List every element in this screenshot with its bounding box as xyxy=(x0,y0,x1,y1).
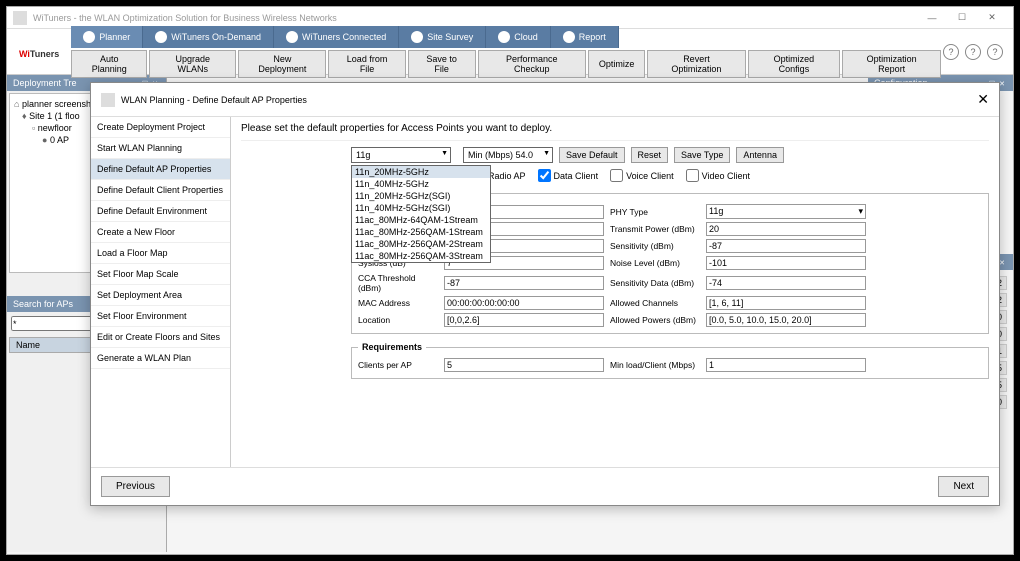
step-floor-env[interactable]: Set Floor Environment xyxy=(91,306,230,327)
revert-opt-button[interactable]: Revert Optimization xyxy=(647,50,745,78)
app-logo: WiTuners xyxy=(7,41,71,62)
opt-report-button[interactable]: Optimization Report xyxy=(842,50,941,78)
dialog-close-icon[interactable]: ✕ xyxy=(977,91,989,108)
dialog-titlebar: WLAN Planning - Define Default AP Proper… xyxy=(91,83,999,117)
location-input[interactable] xyxy=(444,313,604,327)
step-generate-plan[interactable]: Generate a WLAN Plan xyxy=(91,348,230,369)
main-tabs: Planner WiTuners On-Demand WiTuners Conn… xyxy=(71,26,943,48)
sub-toolbar: Auto Planning Upgrade WLANs New Deployme… xyxy=(71,50,943,78)
report-icon xyxy=(563,31,575,43)
mac-address-input[interactable] xyxy=(444,296,604,310)
previous-button[interactable]: Previous xyxy=(101,476,170,497)
phy-type-dropdown[interactable]: 11g ▼ 11n_20MHz-5GHz 11n_40MHz-5GHz 11n_… xyxy=(351,147,451,163)
planner-icon xyxy=(83,31,95,43)
help-icon-1[interactable]: ? xyxy=(943,44,959,60)
dialog-title: WLAN Planning - Define Default AP Proper… xyxy=(121,95,307,105)
help-icon-2[interactable]: ? xyxy=(965,44,981,60)
auto-planning-button[interactable]: Auto Planning xyxy=(71,50,147,78)
tab-connected[interactable]: WiTuners Connected xyxy=(274,26,399,48)
allowed-powers-input[interactable] xyxy=(706,313,866,327)
tx-power-input[interactable] xyxy=(706,222,866,236)
clients-per-ap-input[interactable] xyxy=(444,358,604,372)
survey-icon xyxy=(411,31,423,43)
step-new-floor[interactable]: Create a New Floor xyxy=(91,222,230,243)
tab-planner[interactable]: Planner xyxy=(71,26,143,48)
reset-button[interactable]: Reset xyxy=(631,147,669,163)
minimize-button[interactable]: — xyxy=(917,13,947,23)
next-button[interactable]: Next xyxy=(938,476,989,497)
step-default-env[interactable]: Define Default Environment xyxy=(91,201,230,222)
cloud-icon xyxy=(498,31,510,43)
phy-type-select[interactable]: 11g▾ xyxy=(706,204,866,219)
optimize-button[interactable]: Optimize xyxy=(588,50,646,78)
step-default-ap[interactable]: Define Default AP Properties xyxy=(91,159,230,180)
phy-option[interactable]: 11ac_80MHz-256QAM-2Stream xyxy=(352,238,490,250)
ap-icon: ● xyxy=(42,135,47,145)
chevron-down-icon: ▼ xyxy=(441,150,448,157)
tab-cloud[interactable]: Cloud xyxy=(486,26,551,48)
home-icon: ⌂ xyxy=(14,99,19,109)
new-deployment-button[interactable]: New Deployment xyxy=(238,50,326,78)
chevron-down-icon: ▾ xyxy=(858,206,863,217)
voice-client-checkbox[interactable]: Voice Client xyxy=(610,169,674,182)
step-default-client[interactable]: Define Default Client Properties xyxy=(91,180,230,201)
phy-option[interactable]: 11n_20MHz-5GHz(SGI) xyxy=(352,190,490,202)
step-create-project[interactable]: Create Deployment Project xyxy=(91,117,230,138)
noise-level-input[interactable] xyxy=(706,256,866,270)
window-title: WiTuners - the WLAN Optimization Solutio… xyxy=(33,13,337,23)
tab-report[interactable]: Report xyxy=(551,26,619,48)
requirements-fieldset: Requirements Clients per AP Min load/Cli… xyxy=(351,342,989,379)
upgrade-wlans-button[interactable]: Upgrade WLANs xyxy=(149,50,236,78)
sensitivity-input[interactable] xyxy=(706,239,866,253)
video-client-checkbox[interactable]: Video Client xyxy=(686,169,750,182)
step-deploy-area[interactable]: Set Deployment Area xyxy=(91,285,230,306)
wlan-planning-dialog: WLAN Planning - Define Default AP Proper… xyxy=(90,82,1000,506)
wizard-steps: Create Deployment Project Start WLAN Pla… xyxy=(91,117,231,467)
connected-icon xyxy=(286,31,298,43)
tab-sitesurvey[interactable]: Site Survey xyxy=(399,26,486,48)
phy-option[interactable]: 11ac_80MHz-256QAM-3Stream xyxy=(352,250,490,262)
save-type-button[interactable]: Save Type xyxy=(674,147,730,163)
phy-option[interactable]: 11n_20MHz-5GHz xyxy=(352,166,490,178)
cca-threshold-input[interactable] xyxy=(444,276,604,290)
sensitivity-data-input[interactable] xyxy=(706,276,866,290)
phy-type-options: 11n_20MHz-5GHz 11n_40MHz-5GHz 11n_20MHz-… xyxy=(351,165,491,263)
antenna-button[interactable]: Antenna xyxy=(736,147,784,163)
perf-checkup-button[interactable]: Performance Checkup xyxy=(478,50,586,78)
app-icon xyxy=(13,11,27,25)
maximize-button[interactable]: ☐ xyxy=(947,12,977,23)
data-client-checkbox[interactable]: Data Client xyxy=(538,169,599,182)
min-mbps-dropdown[interactable]: Min (Mbps) 54.0 ▼ xyxy=(463,147,553,163)
dialog-icon xyxy=(101,93,115,107)
min-load-input[interactable] xyxy=(706,358,866,372)
step-instruction: Please set the default properties for Ac… xyxy=(241,123,989,141)
step-load-map[interactable]: Load a Floor Map xyxy=(91,243,230,264)
close-button[interactable]: ✕ xyxy=(977,12,1007,23)
phy-option[interactable]: 11ac_80MHz-64QAM-1Stream xyxy=(352,214,490,226)
help-icons: ? ? ? xyxy=(943,44,1013,60)
allowed-channels-input[interactable] xyxy=(706,296,866,310)
tab-ondemand[interactable]: WiTuners On-Demand xyxy=(143,26,274,48)
opt-configs-button[interactable]: Optimized Configs xyxy=(748,50,841,78)
phy-option[interactable]: 11ac_80MHz-256QAM-1Stream xyxy=(352,226,490,238)
floor-icon: ▫ xyxy=(32,123,35,133)
site-icon: ♦ xyxy=(22,111,27,121)
ondemand-icon xyxy=(155,31,167,43)
load-file-button[interactable]: Load from File xyxy=(328,50,405,78)
save-file-button[interactable]: Save to File xyxy=(408,50,476,78)
phy-option[interactable]: 11n_40MHz-5GHz xyxy=(352,178,490,190)
save-default-button[interactable]: Save Default xyxy=(559,147,625,163)
phy-option[interactable]: 11n_40MHz-5GHz(SGI) xyxy=(352,202,490,214)
step-edit-floors[interactable]: Edit or Create Floors and Sites xyxy=(91,327,230,348)
help-icon-3[interactable]: ? xyxy=(987,44,1003,60)
step-start-planning[interactable]: Start WLAN Planning xyxy=(91,138,230,159)
chevron-down-icon: ▼ xyxy=(543,150,550,157)
step-map-scale[interactable]: Set Floor Map Scale xyxy=(91,264,230,285)
